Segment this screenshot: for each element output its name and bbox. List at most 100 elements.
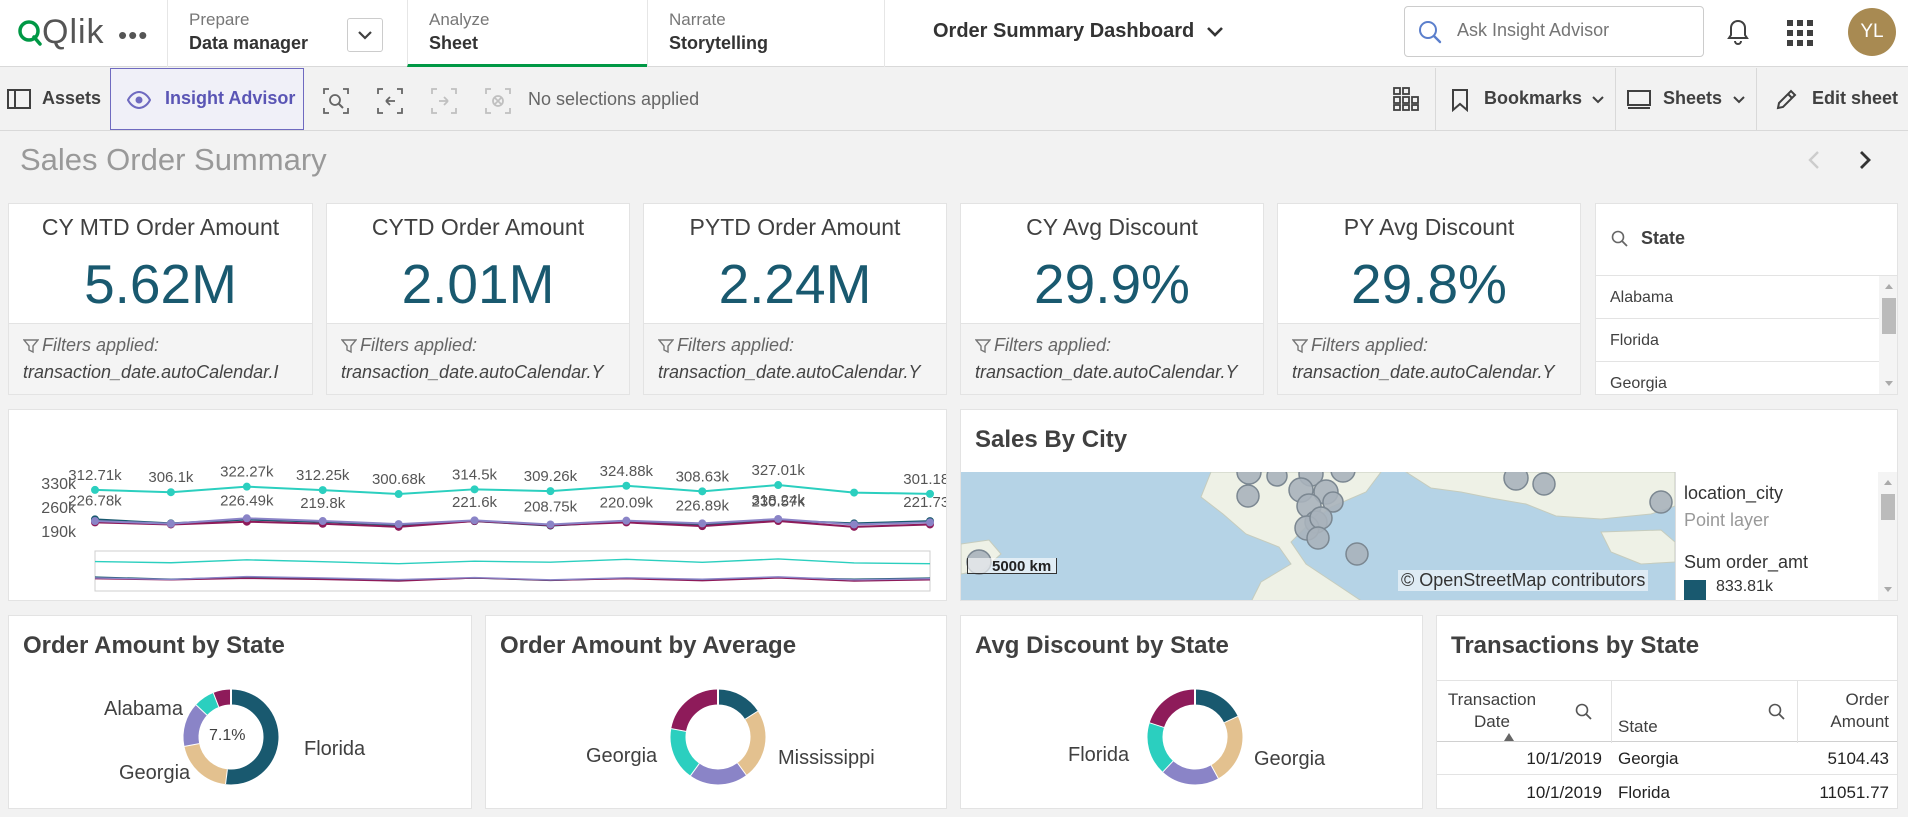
donut-slice[interactable] — [1194, 689, 1238, 724]
donut-chart[interactable] — [666, 685, 770, 789]
sheets-button[interactable]: Sheets — [1616, 68, 1756, 130]
data-point[interactable] — [926, 518, 934, 527]
data-point[interactable] — [850, 488, 859, 497]
next-sheet-icon[interactable] — [1857, 148, 1873, 177]
data-point[interactable] — [242, 482, 251, 491]
notifications-bell-icon[interactable] — [1726, 18, 1750, 51]
insight-advisor-button[interactable]: Insight Advisor — [110, 68, 304, 130]
kpi-card-cy-mtd-order-amount[interactable]: CY MTD Order Amount 5.62M Filters applie… — [8, 203, 313, 395]
donut-slice[interactable] — [1210, 716, 1243, 779]
map-point[interactable] — [1330, 472, 1356, 483]
search-icon[interactable] — [1768, 703, 1786, 721]
map-point[interactable] — [1345, 542, 1369, 566]
kpi-card-pytd-order-amount[interactable]: PYTD Order Amount 2.24M Filters applied:… — [643, 203, 947, 395]
search-icon[interactable] — [1575, 703, 1593, 721]
data-point[interactable] — [698, 487, 707, 496]
column-header-transaction-date[interactable]: Transaction Date — [1437, 681, 1612, 743]
app-title-dropdown[interactable]: Order Summary Dashboard — [933, 20, 1224, 43]
kpi-card-cy-avg-discount[interactable]: CY Avg Discount 29.9% Filters applied: t… — [960, 203, 1264, 395]
map-card[interactable]: Sales By City 5000 km © OpenStreetMap co… — [960, 409, 1898, 601]
data-point[interactable] — [394, 520, 403, 529]
order-amount-by-average-card[interactable]: Order Amount by Average Georgia Mississi… — [485, 615, 947, 809]
legend-scrollbar[interactable] — [1878, 472, 1897, 600]
donut-slice[interactable] — [1162, 760, 1218, 785]
map-point[interactable] — [1306, 526, 1330, 550]
data-point[interactable] — [318, 486, 327, 495]
state-item[interactable]: Alabama — [1596, 276, 1879, 319]
data-point[interactable] — [774, 481, 783, 490]
map-point[interactable] — [1532, 472, 1556, 496]
scroll-down-icon[interactable] — [1883, 586, 1893, 594]
state-filter-header[interactable]: State — [1596, 204, 1897, 276]
data-point[interactable] — [774, 514, 783, 523]
data-point[interactable] — [622, 516, 631, 525]
previous-sheet-icon[interactable] — [1806, 148, 1822, 177]
kpi-card-py-avg-discount[interactable]: PY Avg Discount 29.8% Filters applied: t… — [1277, 203, 1581, 395]
avg-discount-by-state-card[interactable]: Avg Discount by State Florida Georgia — [960, 615, 1423, 809]
user-avatar[interactable]: YL — [1848, 8, 1896, 56]
data-point[interactable] — [622, 481, 631, 490]
map-attribution[interactable]: © OpenStreetMap contributors — [1398, 570, 1649, 591]
search-input[interactable] — [1457, 20, 1687, 41]
data-point[interactable] — [470, 516, 479, 525]
donut-slice[interactable] — [213, 689, 232, 707]
map-point[interactable] — [1309, 506, 1333, 530]
data-point[interactable] — [698, 519, 707, 528]
map-point[interactable] — [1236, 484, 1260, 508]
column-header-state[interactable]: State — [1612, 681, 1798, 743]
assets-button[interactable]: Assets — [0, 68, 108, 130]
scroll-up-icon[interactable] — [1883, 478, 1893, 486]
more-menu-icon[interactable]: ••• — [118, 20, 148, 51]
qlik-logo[interactable]: Qlik — [18, 12, 105, 52]
map-canvas[interactable]: 5000 km © OpenStreetMap contributors — [961, 472, 1675, 600]
donut-slice[interactable] — [183, 704, 208, 746]
data-point[interactable] — [546, 520, 555, 529]
table-row[interactable]: 10/1/2019 Georgia 5104.43 — [1437, 742, 1897, 775]
donut-slice[interactable] — [1149, 689, 1196, 728]
scroll-down-icon[interactable] — [1884, 380, 1894, 388]
donut-slice[interactable] — [670, 728, 700, 776]
line-chart-card[interactable]: 330k 260k 190k 312.71k 306.1k 322.27k 312.25k 3… — [8, 409, 947, 601]
data-point[interactable] — [242, 514, 251, 523]
data-point[interactable] — [166, 519, 175, 528]
table-row[interactable]: 10/1/2019 Florida 11051.77 — [1437, 775, 1897, 808]
data-point[interactable] — [318, 517, 327, 526]
search-box[interactable] — [1404, 6, 1704, 57]
donut-slice[interactable] — [671, 689, 719, 732]
data-point[interactable] — [546, 487, 555, 496]
tab-narrate[interactable]: Narrate Storytelling — [647, 0, 885, 67]
transactions-by-state-card[interactable]: Transactions by State Transaction Date S… — [1436, 615, 1898, 809]
data-point[interactable] — [850, 520, 859, 529]
range-navigator[interactable] — [94, 550, 931, 592]
scroll-up-icon[interactable] — [1884, 282, 1894, 290]
line-chart[interactable]: 330k260k190k312.71k 306.1k 322.27k 312.25k 3… — [9, 410, 947, 601]
step-back-icon[interactable] — [377, 88, 403, 119]
donut-slice[interactable] — [690, 763, 746, 785]
data-point[interactable] — [394, 490, 403, 499]
edit-sheet-button[interactable]: Edit sheet — [1757, 68, 1908, 130]
state-item[interactable]: Florida — [1596, 319, 1879, 362]
donut-slice[interactable] — [196, 692, 220, 716]
order-amount-by-state-card[interactable]: Order Amount by State 7.1% Alabama Georg… — [8, 615, 472, 809]
donut-slice[interactable] — [1147, 722, 1174, 772]
apps-grid-icon[interactable] — [1787, 20, 1813, 51]
state-item[interactable]: Georgia — [1596, 362, 1879, 394]
donut-chart[interactable] — [1143, 685, 1247, 789]
donut-slice[interactable] — [184, 742, 228, 785]
map-point[interactable] — [1503, 472, 1529, 491]
prepare-dropdown-button[interactable] — [347, 18, 383, 52]
map-point[interactable] — [1236, 472, 1262, 485]
tab-analyze[interactable]: Analyze Sheet — [407, 0, 647, 67]
data-point[interactable] — [91, 517, 99, 526]
state-scrollbar[interactable] — [1879, 276, 1897, 394]
map-point[interactable] — [1649, 490, 1673, 514]
smart-search-icon[interactable] — [323, 88, 349, 119]
data-point[interactable] — [470, 485, 479, 494]
map-point[interactable] — [1266, 472, 1288, 487]
kpi-card-cytd-order-amount[interactable]: CYTD Order Amount 2.01M Filters applied:… — [326, 203, 630, 395]
scrollbar-thumb[interactable] — [1882, 298, 1896, 334]
data-point[interactable] — [166, 488, 175, 497]
donut-slice[interactable] — [736, 711, 766, 776]
scrollbar-thumb[interactable] — [1881, 494, 1895, 520]
donut-slice[interactable] — [717, 689, 759, 720]
